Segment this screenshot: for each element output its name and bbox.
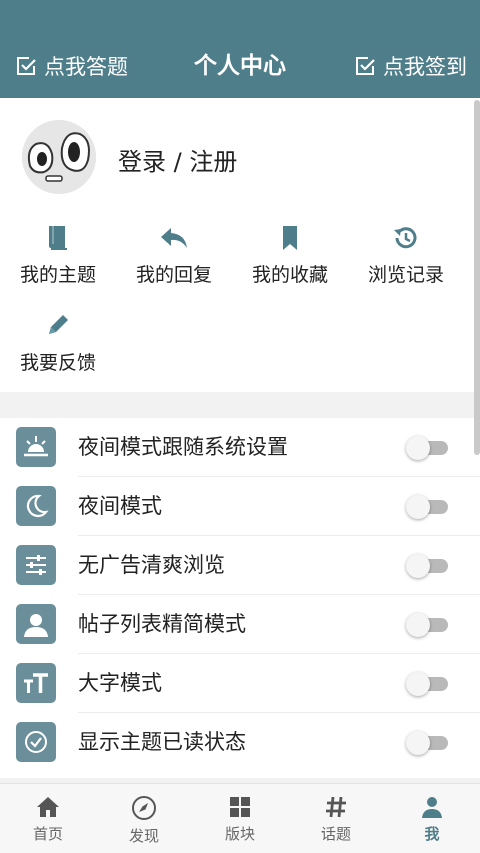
setting-row-night-mode[interactable]: 夜间模式 <box>0 477 480 536</box>
shortcut-my-replies[interactable]: 我的回复 <box>116 224 232 287</box>
hash-icon <box>326 796 346 818</box>
tab-label: 首页 <box>32 825 63 843</box>
compass-icon <box>132 796 156 820</box>
setting-row-no-ads[interactable]: 无广告清爽浏览 <box>0 536 480 595</box>
home-icon <box>37 797 59 817</box>
sliders-icon <box>16 545 56 585</box>
sunset-icon <box>16 427 56 467</box>
toggle-follow-system-night[interactable] <box>406 436 448 460</box>
moon-icon <box>16 486 56 526</box>
bookmark-icon <box>283 226 297 250</box>
shortcut-label: 我要反馈 <box>19 352 96 374</box>
toggle-night-mode[interactable] <box>406 495 448 519</box>
toggle-large-text[interactable] <box>406 672 448 696</box>
setting-row-read-status[interactable]: 显示主题已读状态 <box>0 713 480 772</box>
pencil-icon <box>49 315 68 334</box>
sunset-glyph <box>24 436 48 457</box>
shortcut-label: 浏览记录 <box>367 264 444 286</box>
checkbox-icon <box>356 57 375 75</box>
shortcut-my-favorites[interactable]: 我的收藏 <box>232 224 348 287</box>
tab-label: 我 <box>424 825 440 843</box>
setting-label: 大字模式 <box>78 671 162 695</box>
reply-icon <box>161 228 187 248</box>
history-icon <box>394 227 417 249</box>
setting-label: 夜间模式跟随系统设置 <box>78 435 288 459</box>
bottom-tab-bar: 首页 发现 版块 话题 我 <box>0 783 480 853</box>
tab-label: 发现 <box>128 827 159 845</box>
shortcut-label: 我的回复 <box>135 264 212 286</box>
shortcut-my-topics[interactable]: 我的主题 <box>0 224 116 287</box>
setting-label: 夜间模式 <box>78 494 162 518</box>
setting-row-large-text[interactable]: 大字模式 <box>0 654 480 713</box>
tab-me[interactable]: 我 <box>384 784 480 853</box>
person-icon <box>422 797 442 818</box>
text-size-glyph <box>24 673 48 693</box>
app-header: 点我答题 个人中心 点我签到 <box>0 0 480 98</box>
check-in-label: 点我签到 <box>383 55 467 79</box>
shortcut-feedback[interactable]: 我要反馈 <box>0 312 116 375</box>
toggle-compact-list[interactable] <box>406 613 448 637</box>
profile-section: 登录 / 注册 我的主题 我的回复 我的收藏 浏览记录 我要反馈 <box>0 98 480 392</box>
check-circle-icon <box>16 722 56 762</box>
login-register-link[interactable]: 登录 / 注册 <box>118 142 237 177</box>
avatar[interactable] <box>22 120 96 194</box>
user-silhouette-icon <box>16 604 56 644</box>
tab-discover[interactable]: 发现 <box>96 784 192 853</box>
tab-label: 话题 <box>320 825 351 843</box>
shortcut-label: 我的主题 <box>19 264 96 286</box>
setting-label: 帖子列表精简模式 <box>78 612 246 636</box>
sliders-glyph <box>26 555 46 575</box>
setting-label: 无广告清爽浏览 <box>78 553 225 577</box>
moon-glyph <box>26 494 49 517</box>
book-icon <box>49 226 67 250</box>
tab-topics[interactable]: 话题 <box>288 784 384 853</box>
setting-label: 显示主题已读状态 <box>78 730 246 754</box>
scrollbar[interactable] <box>474 100 480 455</box>
grid-icon <box>230 797 250 817</box>
tab-boards[interactable]: 版块 <box>192 784 288 853</box>
cartoon-avatar-icon <box>22 120 96 194</box>
user-silhouette-glyph <box>24 614 48 637</box>
tab-home[interactable]: 首页 <box>0 784 96 853</box>
shortcut-label: 我的收藏 <box>251 264 328 286</box>
text-size-icon <box>16 663 56 703</box>
tab-label: 版块 <box>224 825 255 843</box>
setting-row-compact-list[interactable]: 帖子列表精简模式 <box>0 595 480 654</box>
settings-list: 夜间模式跟随系统设置 夜间模式 无广告清爽浏览 帖子列表精简模式 大字模式 显示… <box>0 418 480 778</box>
check-in-button[interactable]: 点我签到 <box>353 50 467 82</box>
toggle-read-status[interactable] <box>406 731 448 755</box>
setting-row-follow-system-night[interactable]: 夜间模式跟随系统设置 <box>0 418 480 477</box>
check-circle-glyph <box>25 731 47 753</box>
shortcut-history[interactable]: 浏览记录 <box>348 224 464 287</box>
toggle-no-ads[interactable] <box>406 554 448 578</box>
